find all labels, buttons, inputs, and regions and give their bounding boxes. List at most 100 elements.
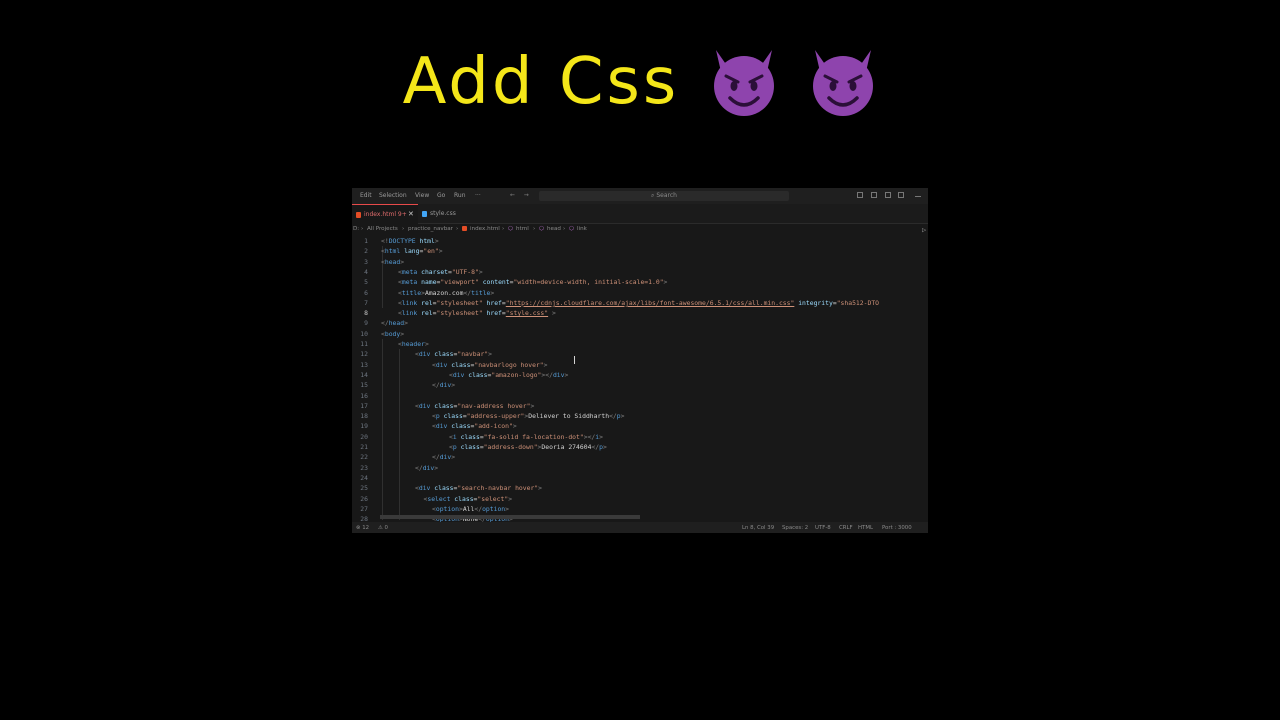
breadcrumb-item[interactable]: practice_navbar — [408, 226, 453, 232]
code-token: "address-down" — [483, 443, 538, 451]
code-token: "nav-address hover" — [457, 401, 531, 410]
code-token: class — [450, 494, 474, 503]
code-line[interactable]: 22 </div> — [352, 452, 928, 462]
code-line[interactable]: 12 <div class="navbar"> — [352, 349, 928, 359]
horizontal-scrollbar[interactable] — [380, 515, 640, 519]
indentation[interactable]: Spaces: 2 — [782, 525, 808, 531]
code-line[interactable]: 6 <title>Amazon.com</title> — [352, 288, 928, 298]
code-token: name — [417, 278, 437, 287]
code-token: div — [418, 484, 431, 493]
code-area[interactable]: 1 <!DOCTYPE html> 2 <html lang="en"> 3 <head>… — [352, 236, 928, 523]
forward-arrow-icon[interactable]: → — [524, 191, 529, 199]
warnings-count[interactable]: ⚠ 0 — [378, 525, 388, 531]
code-token: > — [400, 329, 405, 338]
menu-run[interactable]: Run — [454, 192, 466, 199]
code-token: body — [384, 329, 401, 338]
breadcrumb-item[interactable]: All Projects — [367, 226, 398, 232]
code-line[interactable]: 2 <html lang="en"> — [352, 246, 928, 256]
customize-layout-icon[interactable] — [898, 192, 904, 198]
code-line[interactable]: 21 <p class="address-down">Deoria 274604<… — [352, 442, 928, 452]
line-number: 16 — [360, 391, 368, 400]
code-line[interactable]: 26 <select class="select"> — [352, 494, 928, 504]
toggle-secondary-sidebar-icon[interactable] — [885, 192, 891, 198]
code-line[interactable]: 16 — [352, 391, 928, 401]
code-line[interactable]: 27 <option>All</option> — [352, 504, 928, 514]
code-text: <!DOCTYPE html> — [381, 236, 439, 246]
code-token: > — [478, 267, 483, 276]
breadcrumb-item[interactable]: html — [516, 226, 529, 232]
line-number: 7 — [364, 298, 368, 307]
code-line[interactable]: 14 <div class="amazon-logo"></div> — [352, 370, 928, 380]
back-arrow-icon[interactable]: ← — [510, 191, 515, 199]
code-line[interactable]: 9 </head> — [352, 318, 928, 328]
tab-index-html[interactable]: index.html 9+ ✕ — [352, 204, 418, 224]
code-token: div — [422, 463, 435, 472]
code-line[interactable]: 20 <i class="fa-solid fa-location-dot"></… — [352, 432, 928, 442]
menu-more[interactable]: ··· — [475, 192, 481, 199]
command-search-input[interactable]: ⌕ Search — [539, 191, 789, 201]
code-line[interactable]: 19 <div class="add-icon"> — [352, 421, 928, 431]
status-bar: ⊗ 12 ⚠ 0 Ln 8, Col 39 Spaces: 2 UTF-8 CR… — [352, 522, 928, 533]
code-token: > — [434, 237, 439, 245]
code-line[interactable]: 5 <meta name="viewport" content="width=de… — [352, 277, 928, 287]
menu-selection[interactable]: Selection — [379, 192, 407, 199]
minimize-icon[interactable] — [915, 196, 921, 197]
code-token: "UTF-8" — [451, 267, 479, 276]
code-line[interactable]: 10 <body> — [352, 329, 928, 339]
code-token: link — [401, 309, 418, 318]
code-line[interactable]: 3 <head> — [352, 257, 928, 267]
code-text: <div class="navbarlogo hover"> — [432, 360, 547, 370]
menu-view[interactable]: View — [415, 192, 429, 199]
code-line[interactable]: 25 <div class="search-navbar hover"> — [352, 483, 928, 493]
code-text: <meta name="viewport" content="width=dev… — [398, 277, 667, 287]
close-icon[interactable]: ✕ — [408, 210, 414, 218]
code-line[interactable]: 11 <header> — [352, 339, 928, 349]
line-number: 24 — [360, 473, 368, 482]
menu-edit[interactable]: Edit — [360, 192, 372, 199]
breadcrumb-item[interactable]: head — [547, 226, 561, 232]
code-token: "en" — [423, 247, 439, 256]
code-token: All — [462, 504, 475, 513]
code-line[interactable]: 24 — [352, 473, 928, 483]
code-editor-window: Edit Selection View Go Run ··· ← → ⌕ Sea… — [352, 188, 928, 533]
code-token: > — [490, 288, 495, 297]
code-line[interactable]: 23 </div> — [352, 463, 928, 473]
element-icon: ⬡ — [508, 226, 513, 232]
code-line[interactable]: 17 <div class="nav-address hover"> — [352, 401, 928, 411]
errors-count[interactable]: ⊗ 12 — [356, 525, 369, 531]
code-text: <header> — [398, 339, 429, 349]
line-number: 23 — [360, 463, 368, 472]
code-line[interactable]: 8 <link rel="stylesheet" href="style.css"… — [352, 308, 928, 318]
code-line[interactable]: 1 <!DOCTYPE html> — [352, 236, 928, 246]
code-token: "navbar" — [457, 350, 489, 359]
code-token: </ — [381, 319, 389, 328]
toggle-sidebar-icon[interactable] — [857, 192, 863, 198]
code-text: <head> — [381, 257, 404, 267]
code-line[interactable]: 18 <p class="address-upper">Deliever to S… — [352, 411, 928, 421]
tab-style-css[interactable]: style.css — [418, 204, 478, 224]
code-token: </ — [463, 288, 472, 297]
breadcrumb-item[interactable]: link — [577, 226, 587, 232]
toggle-panel-icon[interactable] — [871, 192, 877, 198]
live-server-port[interactable]: Port : 3000 — [882, 525, 912, 531]
code-line[interactable]: 4 <meta charset="UTF-8"> — [352, 267, 928, 277]
code-token: > — [505, 504, 510, 513]
code-token: > — [451, 381, 456, 390]
css-file-icon — [422, 211, 427, 217]
cursor-position[interactable]: Ln 8, Col 39 — [742, 525, 774, 531]
breadcrumb-item[interactable]: index.html — [470, 226, 500, 232]
code-token: > — [620, 412, 625, 421]
breadcrumb-item[interactable]: D: — [353, 226, 359, 232]
code-token: <! — [381, 237, 389, 245]
code-token: class — [464, 370, 488, 379]
code-token: "search-navbar hover" — [457, 484, 539, 493]
chevron-right-icon: › — [563, 226, 566, 232]
html-file-icon — [462, 226, 467, 231]
code-line[interactable]: 7 <link rel="stylesheet" href="https://cd… — [352, 298, 928, 308]
language-mode[interactable]: HTML — [858, 525, 873, 531]
code-line[interactable]: 13 <div class="navbarlogo hover"> — [352, 360, 928, 370]
encoding[interactable]: UTF-8 — [815, 525, 831, 531]
code-line[interactable]: 15 </div> — [352, 380, 928, 390]
line-ending[interactable]: CRLF — [839, 525, 853, 531]
menu-go[interactable]: Go — [437, 192, 445, 199]
